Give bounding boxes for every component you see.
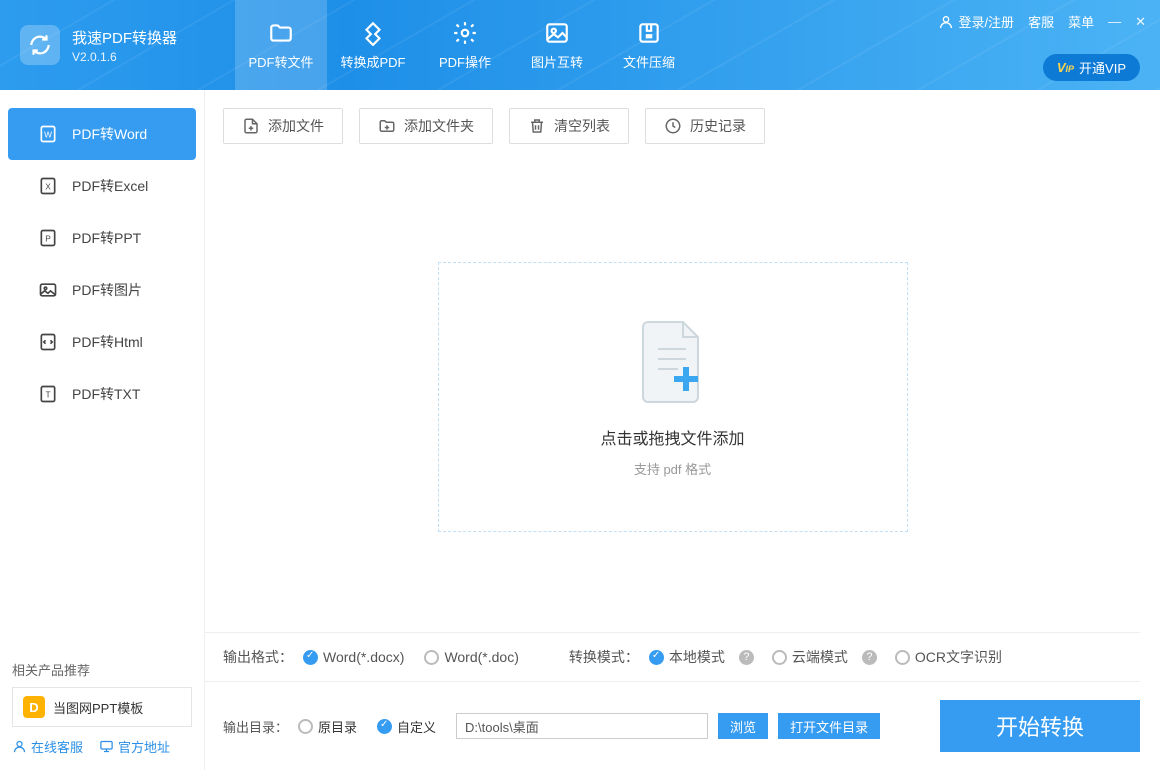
svg-text:X: X [45, 181, 51, 191]
monitor-icon [99, 739, 114, 754]
nav-label: PDF转文件 [248, 52, 313, 71]
radio-cloud-mode[interactable]: 云端模式 [772, 647, 848, 667]
toolbar: 添加文件 添加文件夹 清空列表 历史记录 [205, 90, 1140, 162]
sidebar: W PDF转Word X PDF转Excel P PDF转PPT PDF转图片 … [0, 90, 205, 770]
user-icon [938, 14, 954, 30]
folder-plus-icon [378, 117, 396, 135]
related-product-label: 当图网PPT模板 [53, 698, 143, 717]
trash-icon [528, 117, 546, 135]
headset-icon [12, 739, 27, 754]
radio-custom-dir[interactable]: 自定义 [377, 717, 436, 736]
nav-label: 图片互转 [531, 52, 583, 71]
minimize-icon[interactable]: — [1108, 14, 1121, 29]
sidebar-item-html[interactable]: PDF转Html [0, 316, 204, 368]
sidebar-item-txt[interactable]: T PDF转TXT [0, 368, 204, 420]
related-products-title: 相关产品推荐 [12, 660, 192, 679]
app-name: 我速PDF转换器 [72, 27, 177, 48]
svg-text:T: T [45, 389, 50, 399]
dropzone-title: 点击或拖拽文件添加 [600, 425, 744, 449]
svg-text:P: P [45, 233, 51, 243]
sidebar-item-ppt[interactable]: P PDF转PPT [0, 212, 204, 264]
radio-original-dir[interactable]: 原目录 [298, 717, 357, 736]
word-icon: W [38, 124, 58, 144]
html-icon [38, 332, 58, 352]
support-link[interactable]: 客服 [1028, 12, 1054, 31]
nav-image-convert[interactable]: 图片互转 [511, 0, 603, 90]
add-folder-button[interactable]: 添加文件夹 [359, 108, 493, 144]
document-add-icon [638, 317, 708, 407]
convert-mode-label: 转换模式： [569, 647, 639, 667]
output-dir-label: 输出目录： [223, 717, 288, 736]
sidebar-item-label: PDF转PPT [72, 228, 141, 248]
header-right: 登录/注册 客服 菜单 — ✕ [938, 12, 1146, 31]
file-dropzone[interactable]: 点击或拖拽文件添加 支持 pdf 格式 [438, 262, 908, 532]
sidebar-item-label: PDF转图片 [72, 280, 142, 300]
output-path-input[interactable] [456, 713, 708, 739]
sidebar-item-label: PDF转Excel [72, 176, 148, 196]
image-icon [38, 280, 58, 300]
sidebar-item-excel[interactable]: X PDF转Excel [0, 160, 204, 212]
output-format-label: 输出格式： [223, 647, 293, 667]
app-header: 我速PDF转换器 V2.0.1.6 PDF转文件 转换成PDF PDF操作 图片… [0, 0, 1160, 90]
clock-icon [664, 117, 682, 135]
main-panel: 添加文件 添加文件夹 清空列表 历史记录 [205, 90, 1160, 770]
nav-pdf-ops[interactable]: PDF操作 [419, 0, 511, 90]
official-site-link[interactable]: 官方地址 [99, 737, 170, 756]
vip-crown-icon: VIP [1057, 60, 1074, 75]
file-plus-icon [242, 117, 260, 135]
sidebar-item-label: PDF转Html [72, 332, 143, 352]
options-row: 输出格式： Word(*.docx) Word(*.doc) 转换模式： 本地模… [205, 632, 1140, 681]
dropzone-subtitle: 支持 pdf 格式 [634, 459, 711, 478]
online-support-link[interactable]: 在线客服 [12, 737, 83, 756]
nav-pdf-to-file[interactable]: PDF转文件 [235, 0, 327, 90]
browse-button[interactable]: 浏览 [718, 713, 768, 739]
radio-doc[interactable]: Word(*.doc) [424, 649, 518, 665]
menu-link[interactable]: 菜单 [1068, 12, 1094, 31]
top-nav: PDF转文件 转换成PDF PDF操作 图片互转 文件压缩 [235, 0, 695, 90]
output-dir-row: 输出目录： 原目录 自定义 浏览 打开文件目录 开始转换 [205, 681, 1140, 770]
vip-badge[interactable]: VIP 开通VIP [1043, 54, 1140, 81]
ppt-icon: P [38, 228, 58, 248]
nav-label: 文件压缩 [623, 52, 675, 71]
sidebar-item-image[interactable]: PDF转图片 [0, 264, 204, 316]
radio-docx[interactable]: Word(*.docx) [303, 649, 404, 665]
add-file-button[interactable]: 添加文件 [223, 108, 343, 144]
nav-label: PDF操作 [439, 52, 491, 71]
svg-text:W: W [44, 129, 52, 139]
logo-block: 我速PDF转换器 V2.0.1.6 [0, 0, 205, 90]
login-link[interactable]: 登录/注册 [938, 12, 1014, 31]
related-product-item[interactable]: D 当图网PPT模板 [12, 687, 192, 727]
sidebar-item-word[interactable]: W PDF转Word [8, 108, 196, 160]
sidebar-item-label: PDF转TXT [72, 384, 140, 404]
start-convert-button[interactable]: 开始转换 [940, 700, 1140, 752]
template-icon: D [23, 696, 45, 718]
clear-list-button[interactable]: 清空列表 [509, 108, 629, 144]
help-icon[interactable]: ? [862, 650, 877, 665]
radio-local-mode[interactable]: 本地模式 [649, 647, 725, 667]
excel-icon: X [38, 176, 58, 196]
nav-compress[interactable]: 文件压缩 [603, 0, 695, 90]
sidebar-item-label: PDF转Word [72, 124, 147, 144]
nav-to-pdf[interactable]: 转换成PDF [327, 0, 419, 90]
app-version: V2.0.1.6 [72, 50, 177, 64]
app-logo-icon [20, 25, 60, 65]
open-folder-button[interactable]: 打开文件目录 [778, 713, 880, 739]
close-icon[interactable]: ✕ [1135, 14, 1146, 30]
nav-label: 转换成PDF [340, 52, 405, 71]
txt-icon: T [38, 384, 58, 404]
radio-ocr-mode[interactable]: OCR文字识别 [895, 647, 1002, 667]
help-icon[interactable]: ? [739, 650, 754, 665]
history-button[interactable]: 历史记录 [645, 108, 765, 144]
